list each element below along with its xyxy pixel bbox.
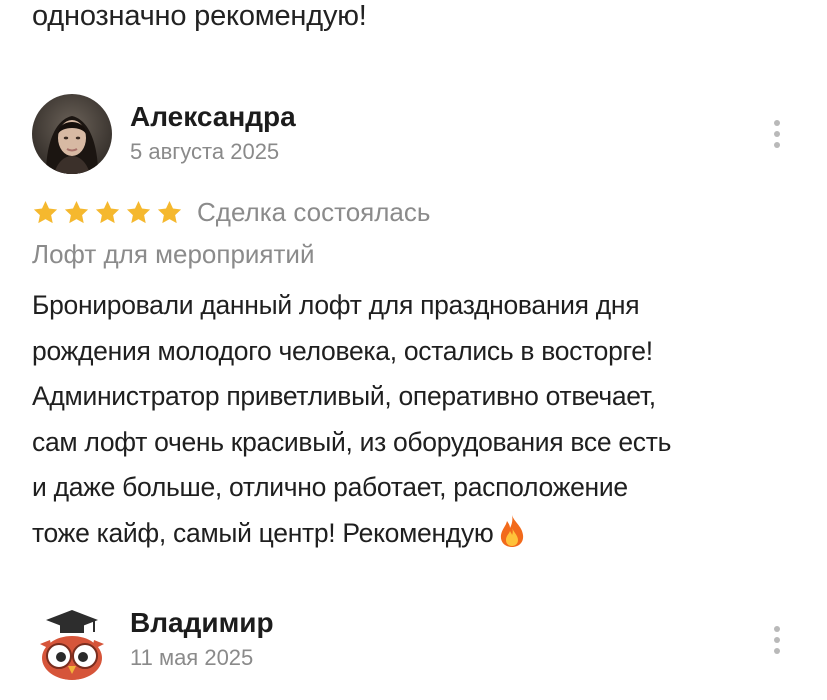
- review-date: 11 мая 2025: [130, 645, 254, 670]
- more-dot-icon: [774, 120, 780, 126]
- avatar[interactable]: [32, 94, 112, 174]
- review-text-line: и даже больше, отлично работает, располо…: [32, 472, 628, 502]
- more-dot-icon: [774, 626, 780, 632]
- reviews-page: однозначно рекомендую! Александра 5 авгу…: [0, 0, 827, 700]
- review-text: Бронировали данный лофт для празднования…: [32, 283, 792, 556]
- review-text-line: Администратор приветливый, оперативно от…: [32, 381, 656, 411]
- rating-row: Сделка состоялась: [32, 194, 430, 230]
- more-dot-icon: [774, 131, 780, 137]
- user-photo-icon: [32, 94, 112, 174]
- review-text-last-line: тоже кайф, самый центр! Рекомендую: [32, 511, 792, 557]
- review-header: Александра 5 августа 2025: [32, 94, 787, 176]
- review-card: Александра 5 августа 2025 Сделка состоял…: [32, 94, 787, 548]
- review-text-line: рождения молодого человека, остались в в…: [32, 335, 653, 366]
- star-icon: [64, 200, 89, 223]
- star-icon: [157, 200, 182, 223]
- review-text-line: тоже кайф, самый центр! Рекомендую: [32, 517, 494, 548]
- reviewed-object[interactable]: Лофт для мероприятий: [32, 238, 314, 270]
- more-dot-icon: [774, 637, 780, 643]
- review-author[interactable]: Владимир: [130, 606, 274, 640]
- review-date: 5 августа 2025: [130, 139, 280, 164]
- owl-avatar-icon: [32, 600, 112, 680]
- previous-review-tail: однозначно рекомендую!: [32, 0, 367, 32]
- more-dot-icon: [774, 142, 780, 148]
- star-icon: [33, 200, 58, 223]
- review-card: Владимир 11 мая 2025: [32, 600, 787, 682]
- avatar[interactable]: [32, 600, 112, 680]
- star-icon: [95, 200, 120, 223]
- star-icon: [126, 200, 151, 223]
- star-rating: [32, 199, 183, 226]
- deal-status: Сделка состоялась: [197, 197, 431, 227]
- review-header: Владимир 11 мая 2025: [32, 600, 787, 682]
- review-author[interactable]: Александра: [130, 100, 296, 134]
- more-dot-icon: [774, 648, 780, 654]
- review-text-line: Бронировали данный лофт для празднования…: [32, 290, 640, 320]
- review-text-line: сам лофт очень красивый, из оборудования…: [32, 426, 672, 457]
- more-options-button[interactable]: [767, 116, 787, 152]
- fire-icon: [501, 514, 524, 547]
- more-options-button[interactable]: [767, 622, 787, 658]
